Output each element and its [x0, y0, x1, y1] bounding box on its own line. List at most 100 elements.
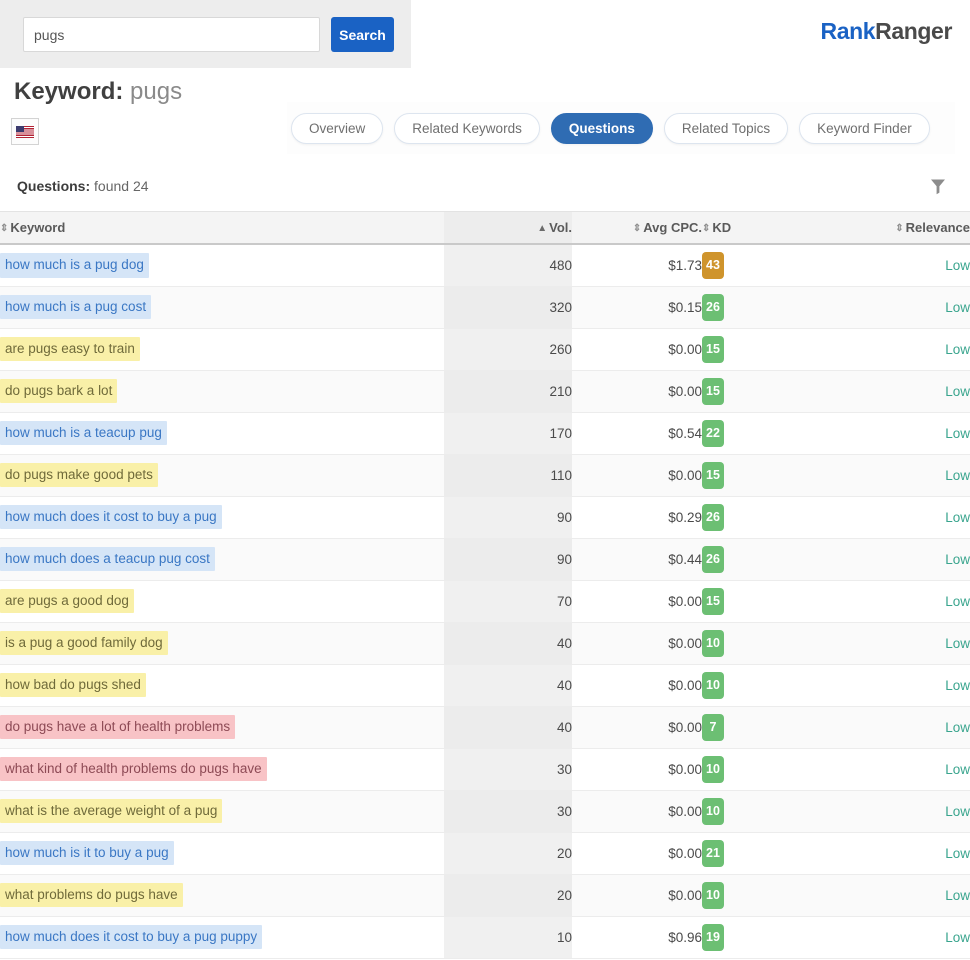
keyword-link[interactable]: how much does it cost to buy a pug — [0, 505, 222, 530]
cell-relevance: Low — [812, 412, 970, 454]
cell-keyword: how much is a pug dog — [0, 244, 444, 286]
cell-kd: 10 — [702, 790, 812, 832]
cell-relevance: Low — [812, 748, 970, 790]
keyword-link[interactable]: how much is a pug dog — [0, 253, 149, 278]
kd-badge: 26 — [702, 546, 724, 573]
tab-related-keywords[interactable]: Related Keywords — [394, 113, 540, 144]
cell-avg-cpc: $1.73 — [572, 244, 702, 286]
cell-volume: 110 — [444, 454, 572, 496]
table-row[interactable]: do pugs have a lot of health problems40$… — [0, 706, 970, 748]
table-row[interactable]: are pugs a good dog70$0.0015Low — [0, 580, 970, 622]
column-header-relevance[interactable]: ⇕Relevance — [812, 212, 970, 245]
keyword-link[interactable]: how much does it cost to buy a pug puppy — [0, 925, 262, 950]
cell-kd: 21 — [702, 832, 812, 874]
results-label: Questions: — [17, 178, 90, 194]
cell-kd: 26 — [702, 538, 812, 580]
kd-badge: 10 — [702, 630, 724, 657]
table-row[interactable]: how much is a teacup pug170$0.5422Low — [0, 412, 970, 454]
cell-avg-cpc: $0.00 — [572, 622, 702, 664]
keyword-link[interactable]: are pugs a good dog — [0, 589, 134, 614]
tab-related-topics[interactable]: Related Topics — [664, 113, 788, 144]
cell-volume: 260 — [444, 328, 572, 370]
cell-volume: 90 — [444, 538, 572, 580]
kd-badge: 15 — [702, 336, 724, 363]
column-label-kd: KD — [712, 220, 731, 235]
keyword-link[interactable]: do pugs bark a lot — [0, 379, 117, 404]
cell-relevance: Low — [812, 496, 970, 538]
keyword-link[interactable]: what is the average weight of a pug — [0, 799, 222, 824]
keyword-link[interactable]: what problems do pugs have — [0, 883, 183, 908]
cell-volume: 320 — [444, 286, 572, 328]
keyword-link[interactable]: how much does a teacup pug cost — [0, 547, 215, 572]
keyword-link[interactable]: do pugs have a lot of health problems — [0, 715, 235, 740]
table-row[interactable]: how much is a pug dog480$1.7343Low — [0, 244, 970, 286]
column-header-keyword[interactable]: ⇕Keyword — [0, 212, 444, 245]
sort-icon-relevance: ⇕ — [895, 224, 903, 234]
column-header-kd[interactable]: ⇕KD — [702, 212, 812, 245]
relevance-value: Low — [945, 468, 970, 483]
cell-keyword: how much is a teacup pug — [0, 412, 444, 454]
table-row[interactable]: do pugs bark a lot210$0.0015Low — [0, 370, 970, 412]
cell-volume: 40 — [444, 664, 572, 706]
cell-avg-cpc: $0.00 — [572, 832, 702, 874]
cell-volume: 70 — [444, 580, 572, 622]
table-header: ⇕Keyword ▲Vol. ⇕Avg CPC. ⇕KD ⇕Relevance — [0, 212, 970, 245]
table-row[interactable]: what is the average weight of a pug30$0.… — [0, 790, 970, 832]
keyword-link[interactable]: what kind of health problems do pugs hav… — [0, 757, 267, 782]
page-title-prefix: Keyword: — [14, 78, 123, 105]
cell-kd: 15 — [702, 580, 812, 622]
cell-kd: 10 — [702, 664, 812, 706]
table-row[interactable]: do pugs make good pets110$0.0015Low — [0, 454, 970, 496]
country-selector[interactable] — [11, 118, 39, 145]
relevance-value: Low — [945, 426, 970, 441]
kd-badge: 26 — [702, 294, 724, 321]
search-button[interactable]: Search — [331, 17, 394, 52]
keyword-link[interactable]: is a pug a good family dog — [0, 631, 168, 656]
results-header: Questions: found 24 — [0, 166, 970, 211]
cell-volume: 210 — [444, 370, 572, 412]
sort-icon-keyword: ⇕ — [0, 224, 8, 234]
results-count: Questions: found 24 — [17, 178, 149, 194]
cell-relevance: Low — [812, 370, 970, 412]
table-row[interactable]: how much does a teacup pug cost90$0.4426… — [0, 538, 970, 580]
keyword-link[interactable]: how much is it to buy a pug — [0, 841, 174, 866]
cell-kd: 10 — [702, 874, 812, 916]
column-header-avg-cpc[interactable]: ⇕Avg CPC. — [572, 212, 702, 245]
tab-keyword-finder[interactable]: Keyword Finder — [799, 113, 930, 144]
cell-avg-cpc: $0.00 — [572, 874, 702, 916]
table-row[interactable]: is a pug a good family dog40$0.0010Low — [0, 622, 970, 664]
funnel-filter-icon[interactable] — [927, 175, 949, 197]
tab-overview[interactable]: Overview — [291, 113, 383, 144]
table-row[interactable]: are pugs easy to train260$0.0015Low — [0, 328, 970, 370]
table-row[interactable]: what kind of health problems do pugs hav… — [0, 748, 970, 790]
search-input[interactable] — [23, 17, 320, 52]
table-header-row: ⇕Keyword ▲Vol. ⇕Avg CPC. ⇕KD ⇕Relevance — [0, 212, 970, 245]
keyword-link[interactable]: how much is a pug cost — [0, 295, 151, 320]
cell-avg-cpc: $0.00 — [572, 328, 702, 370]
table-row[interactable]: how bad do pugs shed40$0.0010Low — [0, 664, 970, 706]
table-row[interactable]: how much does it cost to buy a pug90$0.2… — [0, 496, 970, 538]
search-bar: Search — [0, 0, 411, 68]
relevance-value: Low — [945, 678, 970, 693]
cell-keyword: how much is a pug cost — [0, 286, 444, 328]
kd-badge: 10 — [702, 672, 724, 699]
table-row[interactable]: how much does it cost to buy a pug puppy… — [0, 916, 970, 958]
keyword-link[interactable]: how much is a teacup pug — [0, 421, 167, 446]
kd-badge: 10 — [702, 882, 724, 909]
relevance-value: Low — [945, 888, 970, 903]
tab-questions[interactable]: Questions — [551, 113, 653, 144]
cell-relevance: Low — [812, 874, 970, 916]
keyword-link[interactable]: are pugs easy to train — [0, 337, 140, 362]
keyword-link[interactable]: how bad do pugs shed — [0, 673, 146, 698]
table-row[interactable]: what problems do pugs have 20$0.0010 Low — [0, 874, 970, 916]
column-header-vol[interactable]: ▲Vol. — [444, 212, 572, 245]
table-row[interactable]: how much is it to buy a pug20$0.0021Low — [0, 832, 970, 874]
cell-relevance: Low — [812, 580, 970, 622]
results-count-text: found 24 — [94, 178, 149, 194]
cell-relevance: Low — [812, 916, 970, 958]
sort-icon-kd: ⇕ — [702, 224, 710, 234]
keyword-link[interactable]: do pugs make good pets — [0, 463, 158, 488]
table-row[interactable]: how much is a pug cost320$0.1526Low — [0, 286, 970, 328]
cell-volume: 20 — [444, 874, 572, 916]
cell-keyword: how much is it to buy a pug — [0, 832, 444, 874]
